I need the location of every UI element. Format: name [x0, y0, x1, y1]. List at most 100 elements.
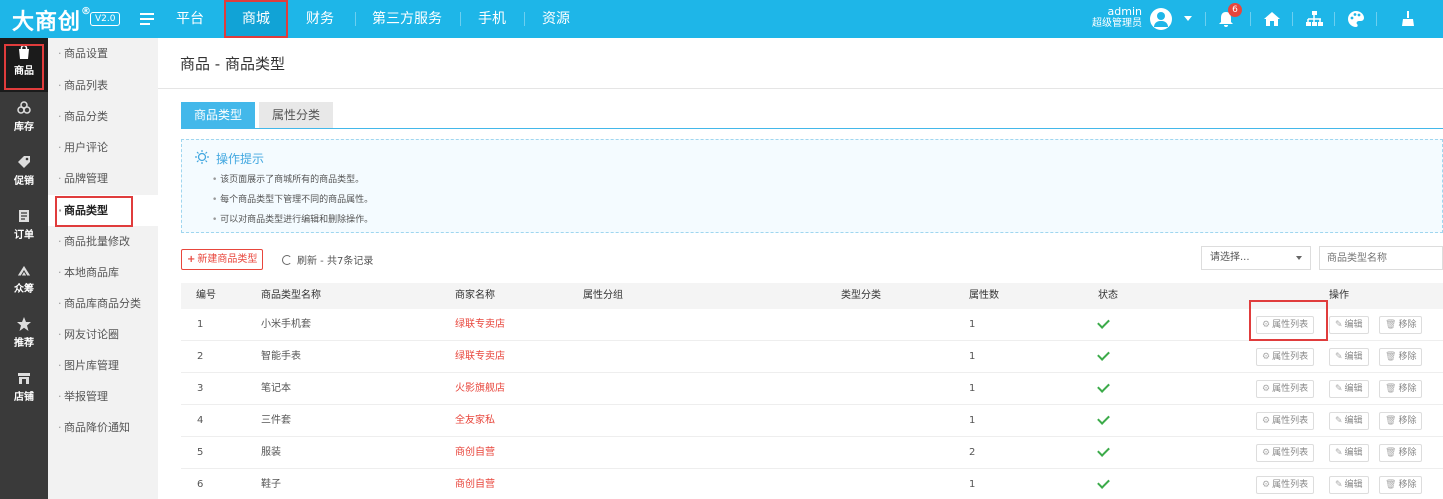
table-row: 3 笔记本 火影旗舰店 1 ⚙ 属性列表 ✎ 编辑 🗑 移除 — [181, 373, 1443, 405]
submenu-goods-category[interactable]: 商品分类 — [48, 101, 158, 132]
submenu-batch-edit[interactable]: 商品批量修改 — [48, 226, 158, 257]
chevron-down-icon — [1296, 256, 1302, 260]
remove-button[interactable]: 🗑 移除 — [1379, 316, 1423, 334]
attribute-list-button[interactable]: ⚙ 属性列表 — [1256, 412, 1315, 430]
palette-icon[interactable] — [1346, 9, 1366, 29]
module-order[interactable]: 订单 — [0, 202, 48, 256]
attribute-list-button[interactable]: ⚙ 属性列表 — [1256, 348, 1315, 366]
highlight-box — [1249, 300, 1328, 341]
logo[interactable]: 大商创® — [12, 4, 92, 36]
refresh-button[interactable]: 刷新 - 共7条记录 — [282, 252, 373, 267]
nav-third-party[interactable]: 第三方服务 — [366, 0, 448, 38]
version-badge: V2.0 — [90, 12, 121, 26]
nav-mobile[interactable]: 手机 — [470, 0, 514, 38]
module-stock[interactable]: 库存 — [0, 94, 48, 148]
filter-select[interactable]: 请选择... — [1201, 246, 1311, 270]
nav-platform[interactable]: 平台 — [166, 0, 214, 38]
module-store[interactable]: 店铺 — [0, 364, 48, 418]
edit-button[interactable]: ✎ 编辑 — [1329, 476, 1369, 494]
user-info[interactable]: admin 超级管理员 — [1092, 6, 1142, 30]
main-module-sidebar: 商品 库存 促销 订单 众筹 推荐 店铺 — [0, 38, 48, 499]
module-recommend[interactable]: 推荐 — [0, 310, 48, 364]
nav-finance[interactable]: 财务 — [296, 0, 344, 38]
crowdfunding-icon — [16, 264, 32, 277]
check-icon — [1097, 380, 1110, 393]
tab-attribute-category[interactable]: 属性分类 — [259, 102, 333, 128]
order-icon — [19, 210, 29, 222]
module-promotion[interactable]: 促销 — [0, 148, 48, 202]
promotion-icon — [18, 156, 30, 168]
shop-link[interactable]: 商创自营 — [455, 437, 495, 469]
submenu-image-library[interactable]: 图片库管理 — [48, 350, 158, 381]
remove-button[interactable]: 🗑 移除 — [1379, 444, 1423, 462]
submenu-price-drop-notice[interactable]: 商品降价通知 — [48, 412, 158, 443]
check-icon — [1097, 444, 1110, 457]
col-attr-count: 属性数 — [969, 290, 999, 301]
attribute-list-button[interactable]: ⚙ 属性列表 — [1256, 444, 1315, 462]
submenu-report-management[interactable]: 举报管理 — [48, 381, 158, 412]
edit-button[interactable]: ✎ 编辑 — [1329, 316, 1369, 334]
top-bar: 大商创® V2.0 平台 商城 财务 第三方服务 手机 资源 admin 超级管… — [0, 0, 1443, 38]
edit-button[interactable]: ✎ 编辑 — [1329, 380, 1369, 398]
avatar[interactable] — [1150, 8, 1172, 30]
col-attr-group: 属性分组 — [583, 290, 623, 301]
tips-title: 操作提示 — [216, 152, 265, 166]
sitemap-icon[interactable] — [1304, 9, 1324, 29]
edit-button[interactable]: ✎ 编辑 — [1329, 444, 1369, 462]
page-title: 商品 - 商品类型 — [180, 55, 285, 73]
check-icon — [1097, 476, 1110, 489]
shop-link[interactable]: 火影旗舰店 — [455, 373, 505, 405]
table-row: 6 鞋子 商创自营 1 ⚙ 属性列表 ✎ 编辑 🗑 移除 — [181, 469, 1443, 499]
submenu-discussion[interactable]: 网友讨论圈 — [48, 319, 158, 350]
store-icon — [18, 373, 30, 384]
col-status: 状态 — [1098, 290, 1118, 301]
tip-line: 该页面展示了商城所有的商品类型。 — [212, 172, 364, 185]
col-type-category: 类型分类 — [841, 290, 881, 301]
notification-badge: 6 — [1228, 3, 1242, 17]
edit-button[interactable]: ✎ 编辑 — [1329, 348, 1369, 366]
attribute-list-button[interactable]: ⚙ 属性列表 — [1256, 476, 1315, 494]
shop-link[interactable]: 全友家私 — [455, 405, 495, 437]
remove-button[interactable]: 🗑 移除 — [1379, 476, 1423, 494]
tab-goods-type[interactable]: 商品类型 — [181, 102, 255, 128]
col-id: 编号 — [196, 290, 216, 301]
menu-toggle-icon[interactable] — [140, 13, 154, 25]
module-crowdfunding[interactable]: 众筹 — [0, 256, 48, 310]
table-row: 2 智能手表 绿联专卖店 1 ⚙ 属性列表 ✎ 编辑 🗑 移除 — [181, 341, 1443, 373]
nav-mall[interactable]: 商城 — [224, 0, 288, 38]
add-goods-type-button[interactable]: + 新建商品类型 — [181, 249, 264, 270]
shop-link[interactable]: 绿联专卖店 — [455, 309, 505, 341]
attribute-list-button[interactable]: ⚙ 属性列表 — [1256, 380, 1315, 398]
search-input[interactable] — [1319, 246, 1443, 270]
table-row: 4 三件套 全友家私 1 ⚙ 属性列表 ✎ 编辑 🗑 移除 — [181, 405, 1443, 437]
submenu-library-category[interactable]: 商品库商品分类 — [48, 288, 158, 319]
refresh-icon — [282, 255, 292, 265]
lightbulb-icon — [195, 150, 209, 164]
remove-button[interactable]: 🗑 移除 — [1379, 348, 1423, 366]
stock-icon — [17, 101, 31, 114]
main-content: 商品 - 商品类型 商品类型 属性分类 操作提示 该页面展示了商城所有的商品类型… — [158, 38, 1443, 499]
check-icon — [1097, 348, 1110, 361]
submenu-goods-settings[interactable]: 商品设置 — [48, 38, 158, 69]
remove-button[interactable]: 🗑 移除 — [1379, 412, 1423, 430]
goods-submenu: 商品设置 商品列表 商品分类 用户评论 品牌管理 商品类型 商品批量修改 本地商… — [48, 38, 158, 499]
broom-icon[interactable] — [1398, 9, 1418, 29]
check-icon — [1097, 412, 1110, 425]
check-icon — [1097, 316, 1110, 329]
active-pointer — [148, 202, 158, 222]
shop-link[interactable]: 绿联专卖店 — [455, 341, 505, 373]
submenu-user-comments[interactable]: 用户评论 — [48, 132, 158, 163]
edit-button[interactable]: ✎ 编辑 — [1329, 412, 1369, 430]
highlight-box — [4, 44, 44, 90]
col-type-name: 商品类型名称 — [261, 290, 321, 301]
highlight-box — [55, 196, 133, 227]
home-icon[interactable] — [1262, 9, 1282, 29]
remove-button[interactable]: 🗑 移除 — [1379, 380, 1423, 398]
shop-link[interactable]: 商创自营 — [455, 469, 495, 499]
submenu-local-library[interactable]: 本地商品库 — [48, 257, 158, 288]
chevron-down-icon[interactable] — [1184, 16, 1192, 21]
star-icon — [17, 317, 31, 331]
submenu-brand-management[interactable]: 品牌管理 — [48, 163, 158, 194]
submenu-goods-list[interactable]: 商品列表 — [48, 70, 158, 101]
nav-resources[interactable]: 资源 — [534, 0, 578, 38]
